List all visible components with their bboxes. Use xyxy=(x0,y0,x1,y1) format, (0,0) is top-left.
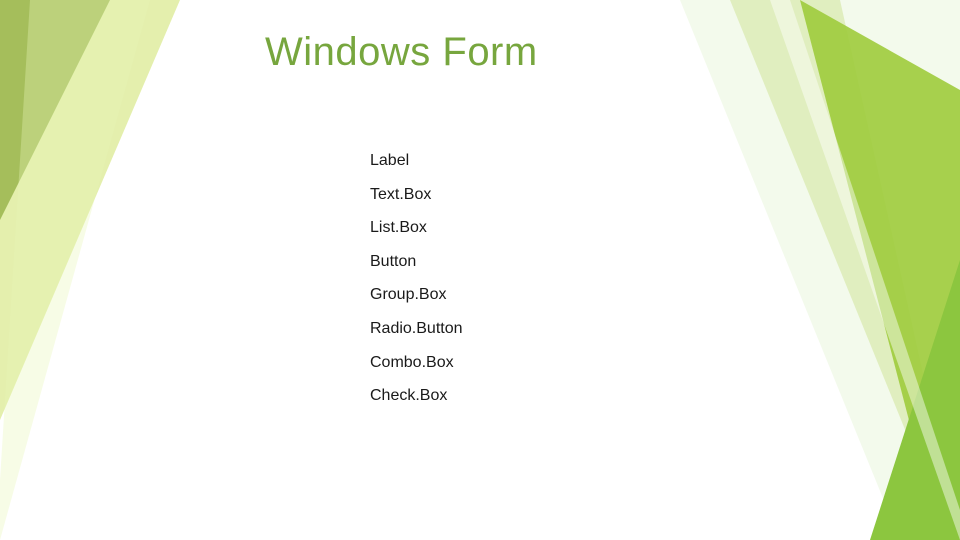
right-decoration xyxy=(640,0,960,540)
left-decoration xyxy=(0,0,200,540)
list-item: Group.Box xyxy=(370,286,463,304)
list-item: Combo.Box xyxy=(370,354,463,372)
list-item: Button xyxy=(370,253,463,271)
list-item: Text.Box xyxy=(370,186,463,204)
list-item: Radio.Button xyxy=(370,320,463,338)
slide: Windows Form Label Text.Box List.Box But… xyxy=(0,0,960,540)
controls-list: Label Text.Box List.Box Button Group.Box… xyxy=(370,152,463,421)
list-item: Check.Box xyxy=(370,387,463,405)
list-item: List.Box xyxy=(370,219,463,237)
slide-title: Windows Form xyxy=(265,30,538,75)
list-item: Label xyxy=(370,152,463,170)
